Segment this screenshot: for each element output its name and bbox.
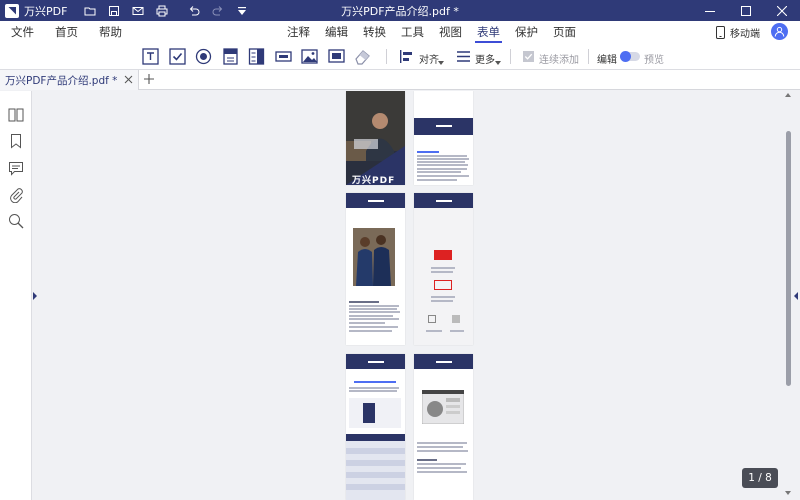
form-toolbar: 对齐 更多 连续添加 编辑 预览 bbox=[0, 43, 800, 70]
more-dropdown-icon[interactable] bbox=[495, 61, 501, 65]
attachment-icon[interactable] bbox=[8, 187, 24, 204]
close-tab-icon[interactable] bbox=[124, 75, 133, 84]
page-6-thumbnail bbox=[414, 354, 473, 500]
menu-bar: 文件 首页 帮助 注释 编辑 转换 工具 视图 表单 保护 页面 移动端 bbox=[0, 21, 800, 43]
eraser-icon[interactable] bbox=[353, 48, 371, 65]
people-photo bbox=[353, 228, 395, 286]
menu-help[interactable]: 帮助 bbox=[99, 24, 122, 40]
mobile-button[interactable]: 移动端 bbox=[716, 25, 760, 40]
tab-page[interactable]: 页面 bbox=[553, 24, 576, 40]
thumbnails-icon[interactable] bbox=[8, 107, 24, 123]
menu-home[interactable]: 首页 bbox=[55, 24, 78, 40]
page-3-thumbnail bbox=[346, 193, 405, 345]
new-tab-icon[interactable] bbox=[143, 73, 155, 85]
product-box-image bbox=[363, 403, 375, 423]
scroll-down-button[interactable] bbox=[785, 491, 791, 495]
page-2-thumbnail bbox=[414, 91, 473, 185]
signature-field-icon[interactable] bbox=[327, 48, 345, 65]
cover-photo bbox=[346, 91, 405, 185]
customize-quick-access-icon[interactable] bbox=[235, 4, 249, 18]
open-folder-icon[interactable] bbox=[83, 4, 97, 18]
radio-button-icon[interactable] bbox=[194, 48, 212, 65]
page-counter: 1 / 8 bbox=[742, 468, 778, 488]
continuous-add-checkbox[interactable] bbox=[522, 48, 534, 65]
document-canvas[interactable]: 万兴PDF 1 / 8 bbox=[40, 91, 792, 500]
text-field-icon[interactable] bbox=[141, 48, 159, 65]
search-icon[interactable] bbox=[8, 213, 24, 229]
tab-convert[interactable]: 转换 bbox=[363, 24, 386, 40]
vertical-scrollbar[interactable] bbox=[786, 131, 791, 386]
print-icon[interactable] bbox=[155, 4, 169, 18]
document-tab-label: 万兴PDF产品介绍.pdf * bbox=[5, 74, 118, 87]
maximize-button[interactable] bbox=[728, 0, 764, 21]
combo-box-icon[interactable] bbox=[221, 48, 239, 65]
tab-form[interactable]: 表单 bbox=[475, 24, 502, 43]
avatar[interactable] bbox=[771, 23, 788, 40]
button-field-icon[interactable] bbox=[274, 48, 292, 65]
align-label[interactable]: 对齐 bbox=[419, 51, 439, 66]
outlined-logo bbox=[434, 280, 452, 290]
screenshot-image bbox=[422, 390, 464, 424]
preview-mode-label: 预览 bbox=[644, 55, 664, 66]
image-field-icon[interactable] bbox=[300, 48, 318, 65]
red-logo bbox=[434, 250, 452, 260]
expand-sidebar-icon[interactable] bbox=[33, 292, 37, 300]
scroll-up-button[interactable] bbox=[785, 93, 791, 97]
page-1-thumbnail: 万兴PDF bbox=[346, 91, 405, 185]
expand-right-panel-icon[interactable] bbox=[794, 292, 798, 300]
page-header-band bbox=[414, 118, 473, 135]
document-tab-bar: 万兴PDF产品介绍.pdf * bbox=[0, 70, 800, 90]
tab-protect[interactable]: 保护 bbox=[515, 24, 538, 40]
align-dropdown-icon[interactable] bbox=[438, 61, 444, 65]
comment-icon[interactable] bbox=[8, 160, 24, 176]
page-5-thumbnail bbox=[346, 354, 405, 500]
left-sidebar bbox=[0, 91, 32, 500]
redo-icon[interactable] bbox=[211, 4, 225, 18]
undo-icon[interactable] bbox=[187, 4, 201, 18]
bookmark-icon[interactable] bbox=[8, 133, 24, 149]
app-logo-icon bbox=[5, 3, 19, 18]
continuous-add-label: 连续添加 bbox=[539, 55, 579, 66]
close-button[interactable] bbox=[764, 0, 800, 21]
tab-comment[interactable]: 注释 bbox=[287, 24, 310, 40]
more-label[interactable]: 更多 bbox=[475, 51, 495, 66]
tab-edit[interactable]: 编辑 bbox=[325, 24, 348, 40]
cover-brand-text: 万兴PDF bbox=[352, 176, 396, 185]
email-icon[interactable] bbox=[131, 4, 145, 18]
tab-view[interactable]: 视图 bbox=[439, 24, 462, 40]
mobile-label: 移动端 bbox=[730, 29, 760, 40]
checkbox-icon[interactable] bbox=[168, 48, 186, 65]
page-4-thumbnail bbox=[414, 193, 473, 345]
document-tab[interactable]: 万兴PDF产品介绍.pdf * bbox=[0, 70, 139, 90]
menu-file[interactable]: 文件 bbox=[11, 24, 34, 40]
title-bar: 万兴PDF 万兴PDF产品介绍.pdf * bbox=[0, 0, 800, 21]
mobile-phone-icon bbox=[716, 26, 725, 39]
minimize-button[interactable] bbox=[692, 0, 728, 21]
save-icon[interactable] bbox=[107, 4, 121, 18]
edit-preview-toggle[interactable] bbox=[620, 51, 640, 62]
more-icon[interactable] bbox=[454, 48, 472, 65]
align-icon[interactable] bbox=[398, 48, 416, 65]
list-box-icon[interactable] bbox=[247, 48, 265, 65]
tab-tools[interactable]: 工具 bbox=[401, 24, 424, 40]
app-name: 万兴PDF bbox=[24, 4, 68, 18]
edit-mode-label: 编辑 bbox=[597, 55, 617, 66]
